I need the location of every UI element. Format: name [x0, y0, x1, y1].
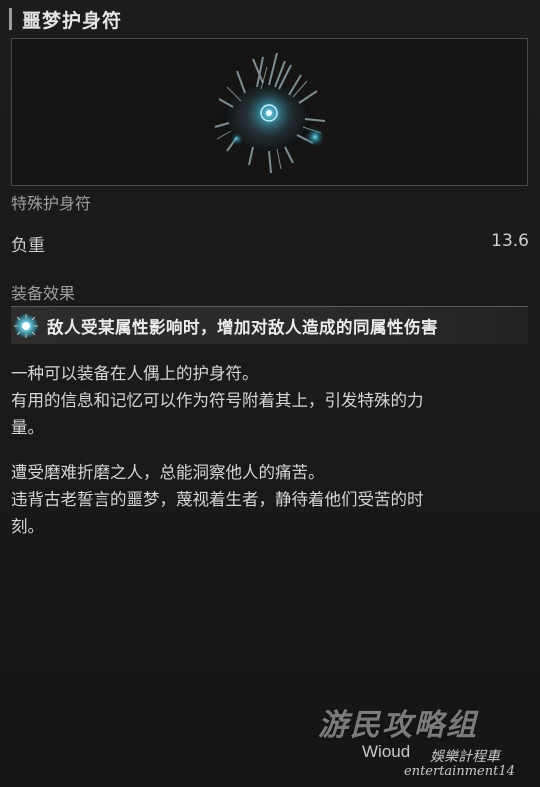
item-title: 噩梦护身符 — [22, 9, 123, 32]
effect-row: 敌人受某属性影响时，增加对敌人造成的同属性伤害 — [11, 306, 528, 344]
weight-label: 负重 — [11, 236, 45, 256]
title-accent-bar — [9, 8, 12, 30]
description-line: 遭受磨难折磨之人，总能洞察他人的痛苦。 — [11, 463, 325, 482]
item-image-frame — [11, 38, 528, 186]
equip-effect-label: 装备效果 — [11, 284, 76, 303]
watermark-sub-left: Wioud — [362, 742, 411, 761]
effect-orb-icon — [14, 313, 38, 338]
description-line: 量。 — [11, 418, 44, 437]
description-line: 违背古老誓言的噩梦，蔑视着生者，静待着他们受苦的时 — [11, 490, 424, 509]
effect-text: 敌人受某属性影响时，增加对敌人造成的同属性伤害 — [47, 317, 438, 337]
description-paragraph-1: 一种可以装备在人偶上的护身符。 有用的信息和记忆可以作为符号附着其上，引发特殊的… — [11, 360, 526, 441]
title-bar: 噩梦护身符 — [9, 6, 122, 32]
nightmare-amulet-icon — [214, 52, 326, 174]
watermark-sub-bottom: entertainment14 — [404, 764, 515, 779]
description-paragraph-2: 遭受磨难折磨之人，总能洞察他人的痛苦。 违背古老誓言的噩梦，蔑视着生者，静待着他… — [11, 459, 526, 540]
watermark-logo: 游民攻略组 — [318, 708, 478, 743]
weight-value: 13.6 — [491, 231, 529, 251]
watermark-sub-right: 娛樂計程車 — [430, 749, 500, 765]
item-detail-panel: 噩梦护身符 特殊护身符 负重 13.6 装备效果 敌人受某属性影响时，增加对敌人… — [0, 0, 540, 787]
description-line: 有用的信息和记忆可以作为符号附着其上，引发特殊的力 — [11, 391, 424, 410]
description-line: 一种可以装备在人偶上的护身符。 — [11, 364, 259, 383]
item-category: 特殊护身符 — [11, 194, 92, 213]
description-line: 刻。 — [11, 517, 44, 536]
